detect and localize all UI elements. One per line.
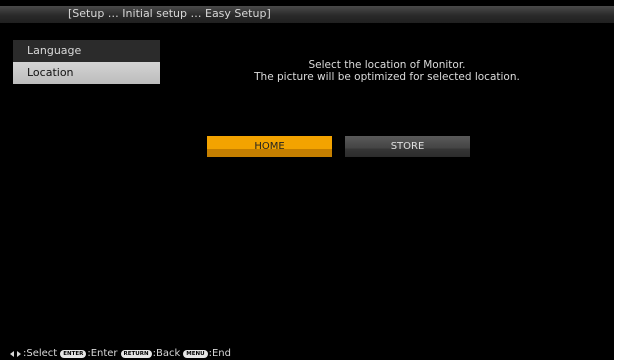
- home-button[interactable]: HOME: [207, 136, 332, 157]
- title-bar: [Setup … Initial setup … Easy Setup]: [0, 6, 614, 23]
- select-hint: :Select: [23, 348, 58, 359]
- enter-hint: :Enter: [87, 348, 118, 359]
- page-margin: [614, 0, 626, 360]
- back-hint: :Back: [152, 348, 181, 359]
- enter-key-badge: ENTER: [60, 350, 87, 358]
- prompt-text-line2: The picture will be optimized for select…: [254, 71, 520, 83]
- end-hint: :End: [208, 348, 231, 359]
- left-arrow-icon: [10, 351, 14, 357]
- store-button[interactable]: STORE: [345, 136, 470, 157]
- easy-setup-screen: [Setup … Initial setup … Easy Setup] Lan…: [0, 0, 614, 360]
- key-guide: :Select ENTER :Enter RETURN :Back MENU :…: [10, 348, 231, 360]
- sidebar-item-language[interactable]: Language: [13, 40, 160, 62]
- menu-key-badge: MENU: [183, 350, 208, 358]
- return-key-badge: RETURN: [120, 350, 152, 358]
- right-arrow-icon: [17, 351, 21, 357]
- sidebar-item-location[interactable]: Location: [13, 62, 160, 84]
- breadcrumb: [Setup … Initial setup … Easy Setup]: [68, 7, 271, 20]
